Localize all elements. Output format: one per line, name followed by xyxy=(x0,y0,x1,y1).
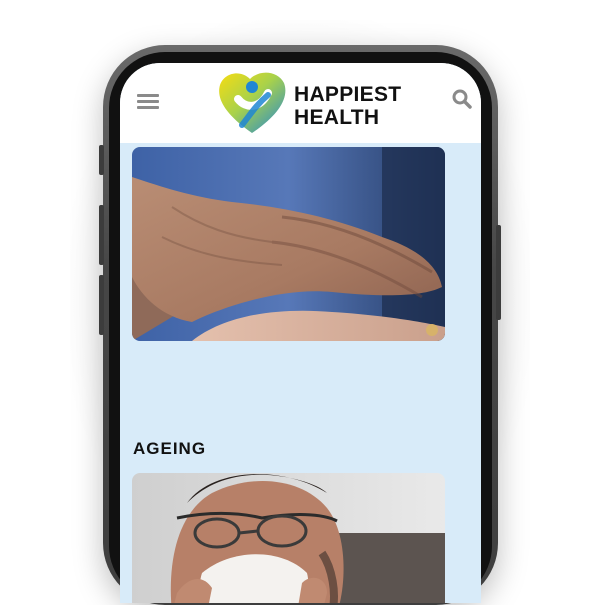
article-card-image[interactable] xyxy=(132,147,445,341)
brand-line-1: HAPPIEST xyxy=(294,83,402,106)
brand-line-2: HEALTH xyxy=(294,106,380,129)
elderly-hands-photo xyxy=(132,147,445,341)
search-icon[interactable] xyxy=(452,89,472,109)
happiest-health-logo[interactable]: HAPPIEST HEALTH xyxy=(216,69,401,135)
article-card-image[interactable] xyxy=(132,473,445,603)
man-sneezing-photo xyxy=(132,473,445,603)
hamburger-menu-icon[interactable] xyxy=(137,94,159,110)
app-header: HAPPIEST HEALTH xyxy=(120,63,481,143)
brand-name: HAPPIEST HEALTH xyxy=(294,83,401,129)
article-title[interactable]: AGEING xyxy=(133,439,206,459)
logo-heart-icon xyxy=(219,72,286,133)
phone-screen: HAPPIEST HEALTH AGEING xyxy=(120,63,481,603)
phone-volume-up-button xyxy=(99,205,104,265)
phone-power-button xyxy=(496,225,501,320)
phone-side-button xyxy=(99,145,104,175)
article-list: AGEING xyxy=(120,143,481,603)
phone-volume-down-button xyxy=(99,275,104,335)
